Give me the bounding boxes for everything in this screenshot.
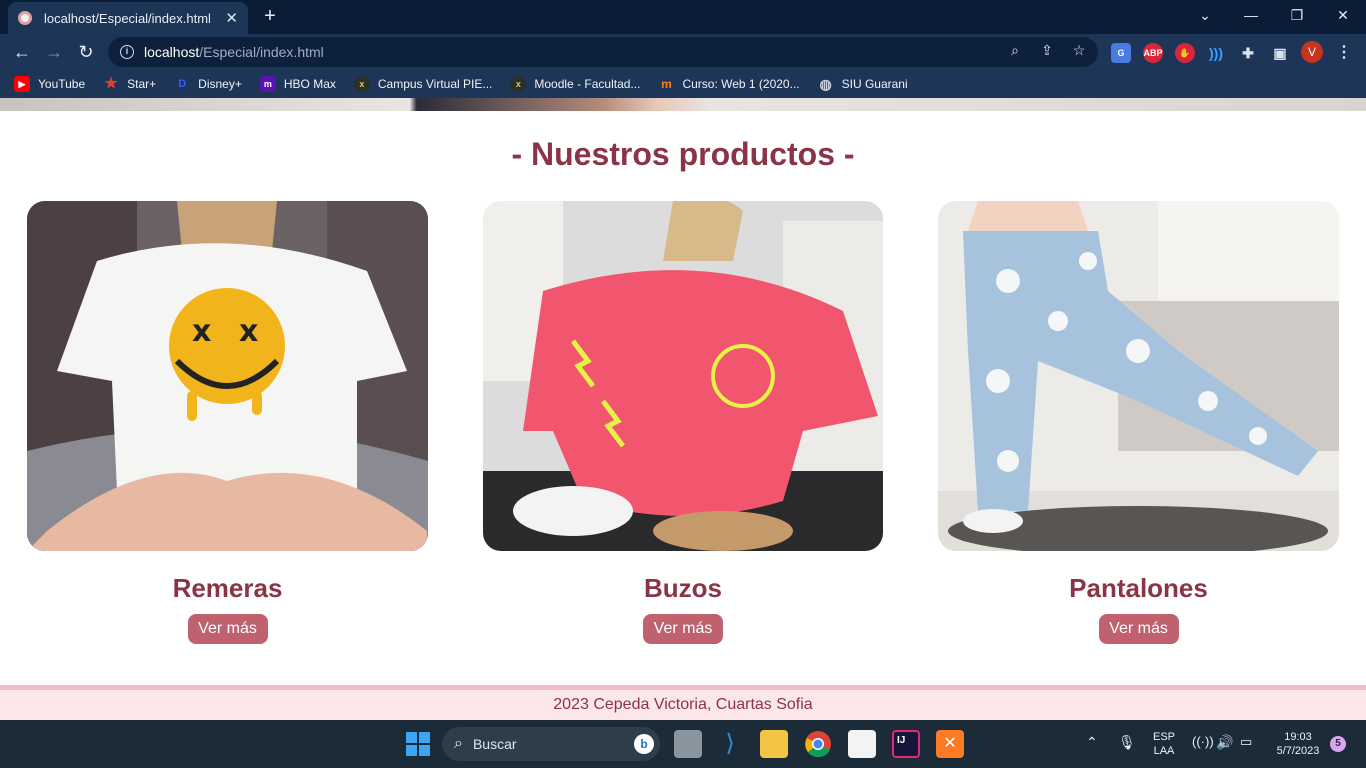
product-image — [483, 201, 883, 551]
product-card: Pantalones Ver más — [938, 201, 1339, 644]
bookmark-item[interactable]: D Disney+ — [174, 76, 242, 92]
site-info-icon[interactable]: i — [120, 45, 134, 59]
moodle-m-icon: m — [661, 77, 672, 91]
clock[interactable]: 19:03 5/7/2023 — [1268, 730, 1328, 758]
hero-image — [0, 98, 1366, 111]
tab-strip: localhost/Especial/index.html ✕ + ⌄ — ❐ … — [0, 0, 1366, 34]
notification-badge[interactable]: 5 — [1330, 736, 1346, 752]
bookmarks-bar: ▶ YouTube ★ Star+ D Disney+ m HBO Max x Campu… — [0, 70, 1366, 98]
sidepanel-icon[interactable]: ▣ — [1270, 43, 1290, 63]
address-bar[interactable]: i localhost/Especial/index.html — [108, 37, 1098, 67]
star-icon: ★ — [104, 75, 118, 92]
page-footer: 2023 Cepeda Victoria, Cuartas Sofia — [0, 685, 1366, 720]
bing-icon: b — [634, 734, 654, 754]
svg-text:x: x — [192, 314, 211, 349]
xampp-icon[interactable]: ✕ — [936, 730, 964, 758]
bookmark-item[interactable]: ◍ SIU Guarani — [818, 76, 908, 92]
ver-mas-button[interactable]: Ver más — [187, 614, 268, 644]
product-card: x x Remeras Ver más — [27, 201, 428, 644]
chrome-icon[interactable] — [804, 730, 832, 758]
disney-icon: D — [178, 78, 187, 90]
search-placeholder: Buscar — [472, 736, 517, 752]
file-explorer-icon[interactable] — [760, 730, 788, 758]
product-image: x x — [27, 201, 428, 551]
puzzle-icon[interactable]: ✚ — [1238, 43, 1258, 63]
bookmark-label: Disney+ — [198, 77, 242, 91]
ver-mas-button[interactable]: Ver más — [1098, 614, 1179, 644]
language-indicator[interactable]: ESP LAA — [1150, 730, 1178, 758]
bookmark-label: HBO Max — [283, 77, 336, 91]
hbo-icon: m — [259, 76, 276, 92]
battery-icon[interactable]: ▭ — [1240, 734, 1252, 750]
search-icon: ⌕ — [454, 735, 463, 752]
menu-kebab-icon[interactable]: ⋮ — [1334, 43, 1354, 63]
tray-chevron-icon[interactable]: ⌃ — [1086, 734, 1098, 751]
profile-avatar[interactable]: V — [1301, 41, 1323, 63]
product-card: Buzos Ver más — [483, 201, 883, 644]
bookmark-label: YouTube — [38, 77, 86, 91]
clock-date: 5/7/2023 — [1276, 745, 1320, 757]
bookmark-label: Curso: Web 1 (2020... — [682, 77, 800, 91]
keyboard-layout: LAA — [1153, 745, 1175, 757]
bookmark-item[interactable]: ★ Star+ — [103, 76, 156, 92]
product-title: Buzos — [644, 573, 722, 603]
bookmark-item[interactable]: x Moodle - Facultad... — [510, 76, 640, 92]
browser-tab[interactable]: localhost/Especial/index.html ✕ — [8, 2, 248, 34]
tab-search-icon[interactable]: ⌄ — [1182, 0, 1228, 30]
bookmark-item[interactable]: m HBO Max — [259, 76, 336, 92]
abp-icon[interactable]: ABP — [1143, 43, 1163, 63]
tab-title: localhost/Especial/index.html — [44, 10, 211, 26]
task-view-icon[interactable] — [674, 730, 702, 758]
section-title: - Nuestros productos - — [511, 136, 855, 172]
ver-mas-button[interactable]: Ver más — [643, 614, 723, 644]
close-tab-icon[interactable]: ✕ — [225, 9, 238, 27]
product-title: Pantalones — [1069, 573, 1208, 603]
url-host: localhost — [144, 44, 200, 60]
reload-icon[interactable]: ↻ — [74, 40, 98, 64]
svg-text:x: x — [239, 314, 258, 349]
windows-taskbar: ⌕ Buscar b ⟩ IJ ✕ ⌃ 🎙 ESP LAA ((·)) 🔊 ▭ … — [0, 720, 1366, 768]
microphone-icon[interactable]: 🎙 — [1118, 734, 1136, 751]
bookmark-label: Moodle - Facultad... — [534, 77, 641, 91]
youtube-icon: ▶ — [14, 76, 30, 92]
close-window-button[interactable]: ✕ — [1320, 0, 1366, 30]
bookmark-label: SIU Guarani — [841, 77, 908, 91]
forward-icon[interactable]: → — [42, 40, 66, 64]
windows-start-icon[interactable] — [404, 730, 432, 758]
bookmark-label: Star+ — [127, 77, 157, 91]
volume-icon[interactable]: 🔊 — [1216, 734, 1233, 751]
translate-icon[interactable]: G — [1111, 43, 1131, 63]
share-icon[interactable]: ⇪ — [1038, 41, 1056, 59]
bookmark-star-icon[interactable]: ☆ — [1070, 41, 1088, 59]
back-icon[interactable]: ← — [10, 40, 34, 64]
bookmark-item[interactable]: m Curso: Web 1 (2020... — [658, 76, 800, 92]
restore-button[interactable]: ❐ — [1274, 0, 1320, 30]
bookmark-item[interactable]: x Campus Virtual PIE... — [353, 76, 493, 92]
zoom-search-icon[interactable]: ⌕ — [1006, 41, 1024, 59]
moodle-icon: x — [510, 76, 527, 92]
wifi-icon[interactable]: ((·)) — [1192, 734, 1214, 749]
url-path: /Especial/index.html — [199, 44, 324, 60]
taskbar-search[interactable]: ⌕ Buscar b — [442, 727, 660, 761]
product-title: Remeras — [172, 573, 283, 603]
globe-icon: ◍ — [819, 76, 832, 92]
bookmark-item[interactable]: ▶ YouTube — [14, 76, 85, 92]
favicon-icon — [18, 11, 32, 25]
hand-icon[interactable]: ✋ — [1175, 43, 1195, 63]
minimize-button[interactable]: — — [1228, 0, 1274, 30]
clock-time: 19:03 — [1284, 731, 1312, 743]
vscode-icon[interactable]: ⟩ — [716, 730, 744, 758]
wifi-ext-icon[interactable]: ))) — [1206, 43, 1226, 63]
new-tab-button[interactable]: + — [258, 4, 282, 28]
web-page: - Nuestros productos - x x Remeras Ver m… — [0, 98, 1366, 720]
bookmark-label: Campus Virtual PIE... — [377, 77, 493, 91]
language-code: ESP — [1152, 731, 1175, 743]
intellij-icon[interactable]: IJ — [892, 730, 920, 758]
campus-icon: x — [353, 76, 370, 92]
product-image — [938, 201, 1339, 551]
store-icon[interactable] — [848, 730, 876, 758]
